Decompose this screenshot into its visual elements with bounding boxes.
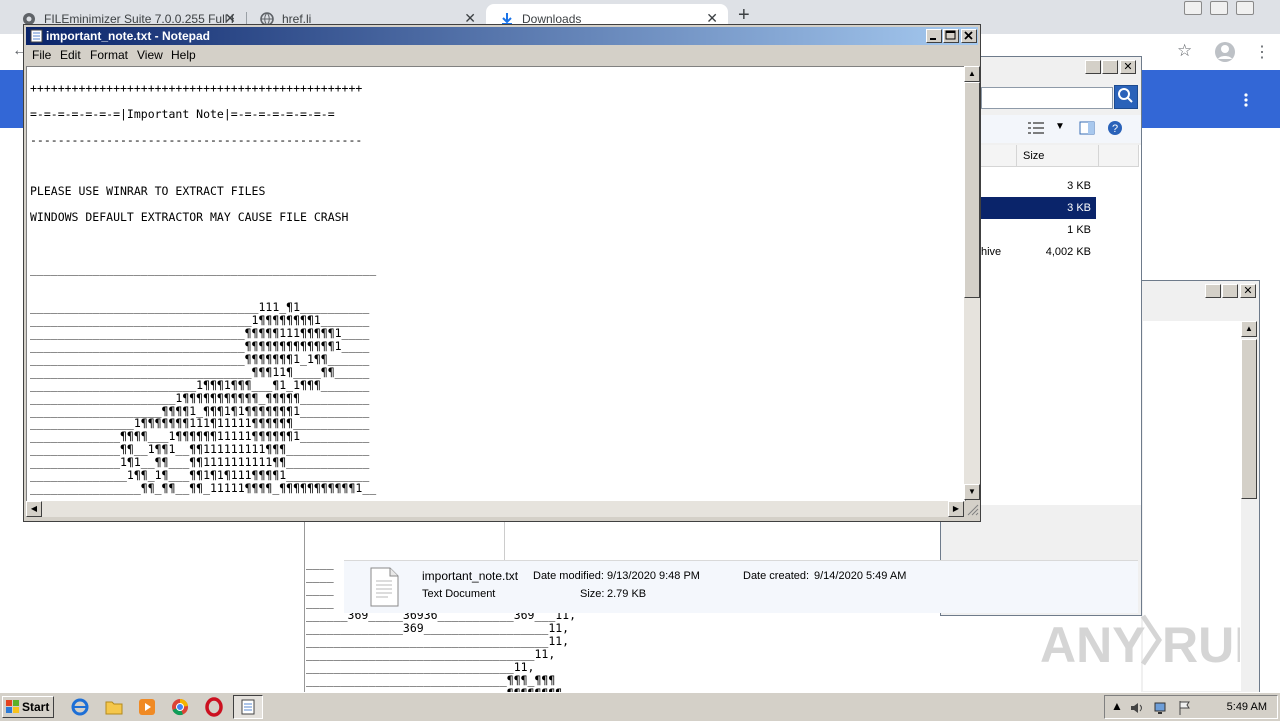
chrome-minimize-button[interactable]	[1184, 1, 1202, 15]
maximize-button[interactable]	[943, 29, 959, 43]
notepad-menu-bar: File Edit Format View Help	[26, 45, 978, 65]
text-file-icon	[370, 567, 399, 607]
scroll-up-icon[interactable]: ▲	[1241, 321, 1257, 337]
column-header-size[interactable]: Size	[1017, 145, 1099, 167]
file-size: 3 KB	[1067, 180, 1091, 192]
minimize-button[interactable]	[926, 29, 942, 43]
view-options-icon[interactable]	[1027, 121, 1045, 135]
chrome-close-button[interactable]	[1236, 1, 1254, 15]
network-icon[interactable]	[1153, 700, 1169, 716]
close-button[interactable]	[961, 29, 977, 43]
maximize-button[interactable]	[1222, 284, 1238, 298]
details-file-type: Text Document	[422, 588, 496, 600]
close-button[interactable]: ✕	[1120, 60, 1136, 74]
chrome-menu-icon[interactable]: ⋮	[1254, 42, 1270, 62]
file-size: 1 KB	[1067, 224, 1091, 236]
vertical-scrollbar[interactable]: ▲ ▼	[964, 66, 980, 500]
minimize-button[interactable]	[1085, 60, 1101, 74]
flag-icon[interactable]	[1177, 700, 1193, 716]
chrome-restore-button[interactable]	[1210, 1, 1228, 15]
details-filename: important_note.txt	[422, 569, 519, 583]
notepad-title: important_note.txt - Notepad	[46, 29, 210, 43]
anyrun-watermark-logo: ANY RUN	[1040, 614, 1240, 673]
taskbar: Start ▲ 5:49 AM	[0, 692, 1280, 721]
media-player-icon[interactable]	[137, 697, 157, 717]
size-label: Size:	[580, 588, 605, 600]
scroll-thumb[interactable]	[1241, 339, 1257, 499]
notepad-icon	[30, 29, 43, 43]
details-pane: important_note.txt Date modified: 9/13/2…	[344, 560, 1138, 613]
column-header-extra[interactable]	[1099, 145, 1139, 167]
menu-view[interactable]: View	[137, 48, 163, 62]
vertical-scrollbar[interactable]: ▲	[1241, 321, 1257, 691]
resize-grip-icon[interactable]	[964, 501, 980, 517]
clock: 5:49 AM	[1226, 701, 1267, 713]
svg-text:RUN: RUN	[1162, 617, 1240, 673]
svg-text:?: ?	[1112, 123, 1118, 135]
close-button[interactable]: ✕	[1240, 284, 1256, 298]
menu-file[interactable]: File	[32, 48, 51, 62]
file-type: hive	[981, 246, 1002, 258]
system-tray: ▲ 5:49 AM	[1104, 695, 1278, 719]
maximize-button[interactable]	[1102, 60, 1118, 74]
notepad-text-area[interactable]: ++++++++++++++++++++++++++++++++++++++++…	[26, 66, 966, 502]
notepad-icon	[241, 699, 255, 715]
notepad-title-bar[interactable]: important_note.txt - Notepad	[26, 27, 978, 45]
chevron-up-icon[interactable]: ▲	[1111, 699, 1123, 713]
scroll-left-icon[interactable]: ◀	[26, 501, 42, 517]
scroll-up-icon[interactable]: ▲	[964, 66, 980, 82]
search-button[interactable]	[1114, 85, 1138, 109]
notepad-window: important_note.txt - Notepad File Edit F…	[23, 24, 981, 522]
file-size: 4,002 KB	[1045, 246, 1091, 258]
scroll-right-icon[interactable]: ▶	[948, 501, 964, 517]
search-icon	[1118, 88, 1133, 103]
menu-format[interactable]: Format	[90, 48, 128, 62]
chevron-down-icon[interactable]: ▼	[1055, 121, 1065, 132]
file-size: 3 KB	[1067, 202, 1091, 214]
start-button[interactable]: Start	[2, 696, 54, 718]
folder-icon[interactable]	[104, 697, 124, 717]
horizontal-scrollbar[interactable]: ◀ ▶	[26, 501, 964, 517]
minimize-icon	[930, 38, 936, 40]
more-vert-icon[interactable]	[1238, 92, 1254, 108]
search-input[interactable]	[981, 87, 1113, 109]
bookmark-star-icon[interactable]: ☆	[1177, 41, 1192, 61]
preview-pane-icon[interactable]	[1079, 121, 1095, 135]
notepad-taskbar-button[interactable]	[233, 695, 263, 719]
scroll-thumb[interactable]	[964, 82, 980, 298]
date-created-value: 9/14/2020 5:49 AM	[814, 570, 907, 582]
profile-avatar-icon[interactable]	[1214, 41, 1236, 63]
help-icon[interactable]: ?	[1107, 120, 1123, 136]
menu-edit[interactable]: Edit	[60, 48, 81, 62]
navigation-pane	[306, 520, 505, 560]
chrome-icon[interactable]	[170, 697, 190, 717]
date-created-label: Date created:	[743, 570, 810, 582]
maximize-icon	[945, 30, 956, 40]
volume-icon[interactable]	[1129, 700, 1145, 716]
date-modified-label: Date modified:	[533, 570, 604, 582]
scroll-down-icon[interactable]: ▼	[964, 484, 980, 500]
notepad-content: ++++++++++++++++++++++++++++++++++++++++…	[30, 80, 377, 495]
svg-text:ANY: ANY	[1040, 617, 1146, 673]
internet-explorer-icon[interactable]	[70, 697, 90, 717]
opera-icon[interactable]	[204, 697, 224, 717]
date-modified-value: 9/13/2020 9:48 PM	[607, 570, 700, 582]
windows-logo-icon	[6, 700, 19, 713]
menu-help[interactable]: Help	[171, 48, 196, 62]
close-icon	[964, 31, 973, 40]
minimize-button[interactable]	[1205, 284, 1221, 298]
size-value: 2.79 KB	[607, 588, 647, 600]
start-label: Start	[22, 700, 50, 714]
